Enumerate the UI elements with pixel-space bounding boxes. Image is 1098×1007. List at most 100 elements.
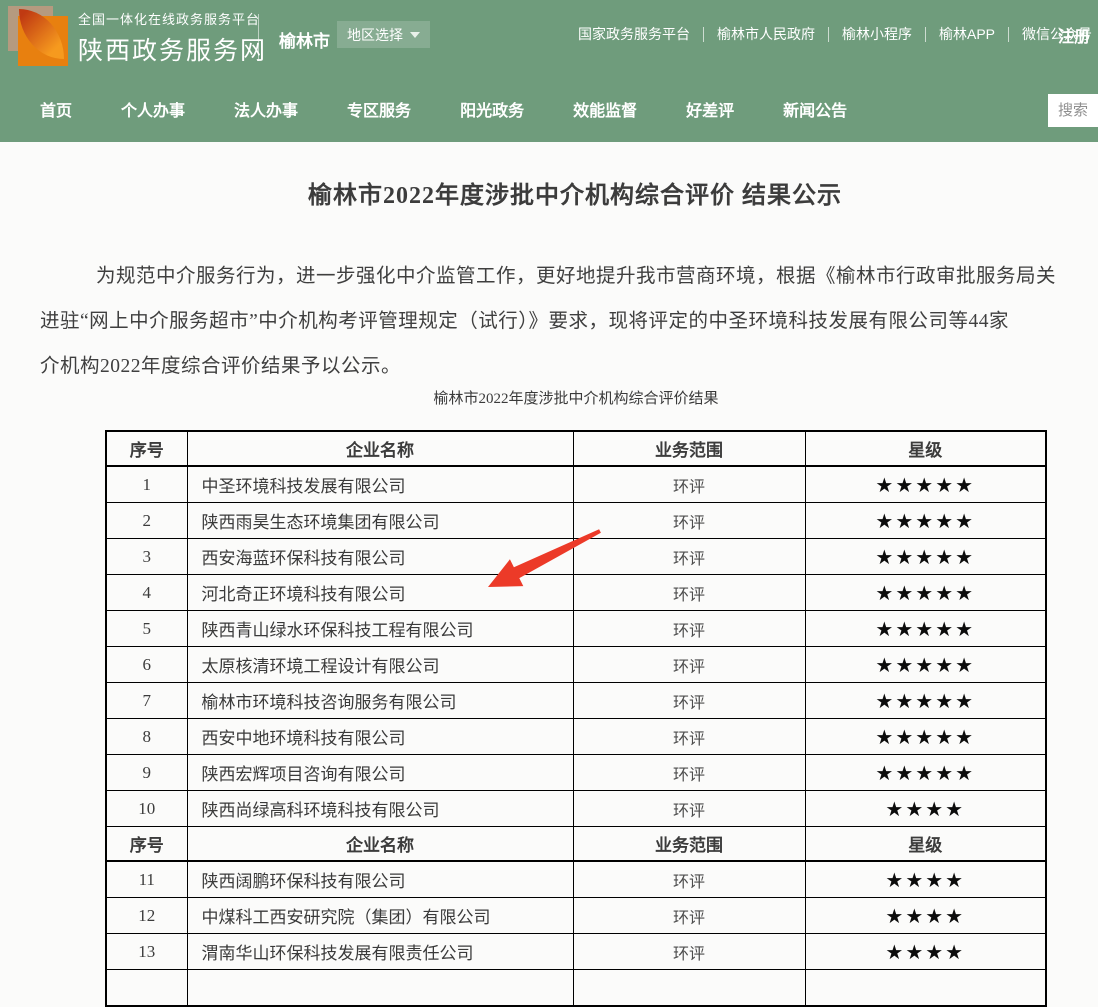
- table-row: 13渭南华山环保科技发展有限责任公司环评★★★★: [106, 934, 1046, 970]
- header-links: 国家政务服务平台 榆林市人民政府 榆林小程序 榆林APP 微信公众号: [578, 24, 1092, 44]
- nav-item[interactable]: 好差评: [686, 97, 734, 121]
- paragraph-line: 为规范中介服务行为，进一步强化中介监管工作，更好地提升我市营商环境，根据《榆林市…: [40, 254, 1098, 299]
- row-number: 13: [106, 934, 187, 970]
- table-row: 6太原核清环境工程设计有限公司环评★★★★★: [106, 647, 1046, 683]
- row-number: 8: [106, 719, 187, 755]
- company-name: 陕西雨昊生态环境集团有限公司: [187, 503, 573, 539]
- main-nav: 首页 个人办事 法人办事 专区服务 阳光政务 效能监督 好差评 新闻公告: [0, 75, 1098, 142]
- table-row: 5陕西青山绿水环保科技工程有限公司环评★★★★★: [106, 611, 1046, 647]
- nav-item[interactable]: 法人办事: [234, 97, 298, 121]
- table-wrapper: 序号企业名称业务范围星级1中圣环境科技发展有限公司环评★★★★★2陕西雨昊生态环…: [105, 430, 1047, 1007]
- company-name: 渭南华山环保科技发展有限责任公司: [187, 934, 573, 970]
- company-name: 河北奇正环境科技有限公司: [187, 575, 573, 611]
- row-number: 5: [106, 611, 187, 647]
- header-link[interactable]: 榆林APP: [939, 24, 995, 44]
- empty-cell: [805, 970, 1046, 1007]
- star-rating: ★★★★: [805, 861, 1046, 898]
- business-scope: 环评: [573, 647, 805, 683]
- site-name: 陕西政务服务网: [78, 31, 267, 67]
- nav-list: 首页 个人办事 法人办事 专区服务 阳光政务 效能监督 好差评 新闻公告: [0, 97, 847, 121]
- nav-item[interactable]: 效能监督: [573, 97, 637, 121]
- business-scope: 环评: [573, 683, 805, 719]
- business-scope: 环评: [573, 611, 805, 647]
- column-header: 企业名称: [187, 827, 573, 862]
- company-name: 西安海蓝环保科技有限公司: [187, 539, 573, 575]
- nav-item[interactable]: 专区服务: [347, 97, 411, 121]
- chevron-down-icon: [410, 32, 420, 38]
- column-header: 企业名称: [187, 431, 573, 466]
- table-row: 10陕西尚绿高科环境科技有限公司环评★★★★: [106, 791, 1046, 827]
- table-row: 3西安海蓝环保科技有限公司环评★★★★★: [106, 539, 1046, 575]
- star-rating: ★★★★★: [805, 503, 1046, 539]
- row-number: 10: [106, 791, 187, 827]
- company-name: 陕西阔鹏环保科技有限公司: [187, 861, 573, 898]
- business-scope: 环评: [573, 575, 805, 611]
- company-name: 太原核清环境工程设计有限公司: [187, 647, 573, 683]
- row-number: 4: [106, 575, 187, 611]
- business-scope: 环评: [573, 861, 805, 898]
- company-name: 陕西宏辉项目咨询有限公司: [187, 755, 573, 791]
- star-rating: ★★★★★: [805, 539, 1046, 575]
- header-link[interactable]: 榆林市人民政府: [717, 24, 815, 44]
- star-rating: ★★★★★: [805, 466, 1046, 503]
- platform-label: 全国一体化在线政务服务平台: [78, 9, 267, 28]
- header-link[interactable]: 榆林小程序: [842, 24, 912, 44]
- star-rating: ★★★★★: [805, 719, 1046, 755]
- row-number: 7: [106, 683, 187, 719]
- empty-cell: [187, 970, 573, 1007]
- row-number: 11: [106, 861, 187, 898]
- table-row-partial: [106, 970, 1046, 1007]
- business-scope: 环评: [573, 898, 805, 934]
- nav-item[interactable]: 新闻公告: [783, 97, 847, 121]
- table-row: 9陕西宏辉项目咨询有限公司环评★★★★★: [106, 755, 1046, 791]
- column-header: 业务范围: [573, 827, 805, 862]
- row-number: 3: [106, 539, 187, 575]
- current-city-label[interactable]: 榆林市: [279, 27, 330, 52]
- star-rating: ★★★★: [805, 934, 1046, 970]
- header-link[interactable]: 国家政务服务平台: [578, 24, 690, 44]
- business-scope: 环评: [573, 503, 805, 539]
- column-header: 星级: [805, 827, 1046, 862]
- table-row: 2陕西雨昊生态环境集团有限公司环评★★★★★: [106, 503, 1046, 539]
- link-separator: [925, 27, 926, 42]
- row-number: 2: [106, 503, 187, 539]
- business-scope: 环评: [573, 539, 805, 575]
- column-header: 序号: [106, 431, 187, 466]
- table-header-row: 序号企业名称业务范围星级: [106, 827, 1046, 862]
- nav-item[interactable]: 个人办事: [121, 97, 185, 121]
- star-rating: ★★★★★: [805, 647, 1046, 683]
- article-content: 榆林市2022年度涉批中介机构综合评价 结果公示 为规范中介服务行为，进一步强化…: [0, 142, 1098, 947]
- column-header: 业务范围: [573, 431, 805, 466]
- brand-block: 全国一体化在线政务服务平台 陕西政务服务网: [78, 9, 267, 67]
- column-header: 星级: [805, 431, 1046, 466]
- table-row: 8西安中地环境科技有限公司环评★★★★★: [106, 719, 1046, 755]
- empty-cell: [106, 970, 187, 1007]
- business-scope: 环评: [573, 719, 805, 755]
- site-header: 全国一体化在线政务服务平台 陕西政务服务网 榆林市 地区选择 国家政务服务平台 …: [0, 0, 1098, 75]
- row-number: 1: [106, 466, 187, 503]
- register-link[interactable]: 注册: [1058, 23, 1090, 47]
- evaluation-table: 序号企业名称业务范围星级1中圣环境科技发展有限公司环评★★★★★2陕西雨昊生态环…: [105, 430, 1047, 1007]
- search-input[interactable]: [1048, 94, 1098, 127]
- business-scope: 环评: [573, 791, 805, 827]
- company-name: 陕西青山绿水环保科技工程有限公司: [187, 611, 573, 647]
- star-rating: ★★★★: [805, 791, 1046, 827]
- company-name: 榆林市环境科技咨询服务有限公司: [187, 683, 573, 719]
- page-title: 榆林市2022年度涉批中介机构综合评价 结果公示: [0, 175, 1098, 210]
- table-header-row: 序号企业名称业务范围星级: [106, 431, 1046, 466]
- star-rating: ★★★★★: [805, 611, 1046, 647]
- link-separator: [828, 27, 829, 42]
- empty-cell: [573, 970, 805, 1007]
- site-logo-icon[interactable]: [6, 4, 70, 68]
- region-selector-button[interactable]: 地区选择: [337, 21, 430, 48]
- nav-item[interactable]: 阳光政务: [460, 97, 524, 121]
- row-number: 12: [106, 898, 187, 934]
- nav-item[interactable]: 首页: [40, 97, 72, 121]
- company-name: 西安中地环境科技有限公司: [187, 719, 573, 755]
- column-header: 序号: [106, 827, 187, 862]
- table-row: 11陕西阔鹏环保科技有限公司环评★★★★: [106, 861, 1046, 898]
- business-scope: 环评: [573, 934, 805, 970]
- star-rating: ★★★★: [805, 898, 1046, 934]
- row-number: 9: [106, 755, 187, 791]
- business-scope: 环评: [573, 755, 805, 791]
